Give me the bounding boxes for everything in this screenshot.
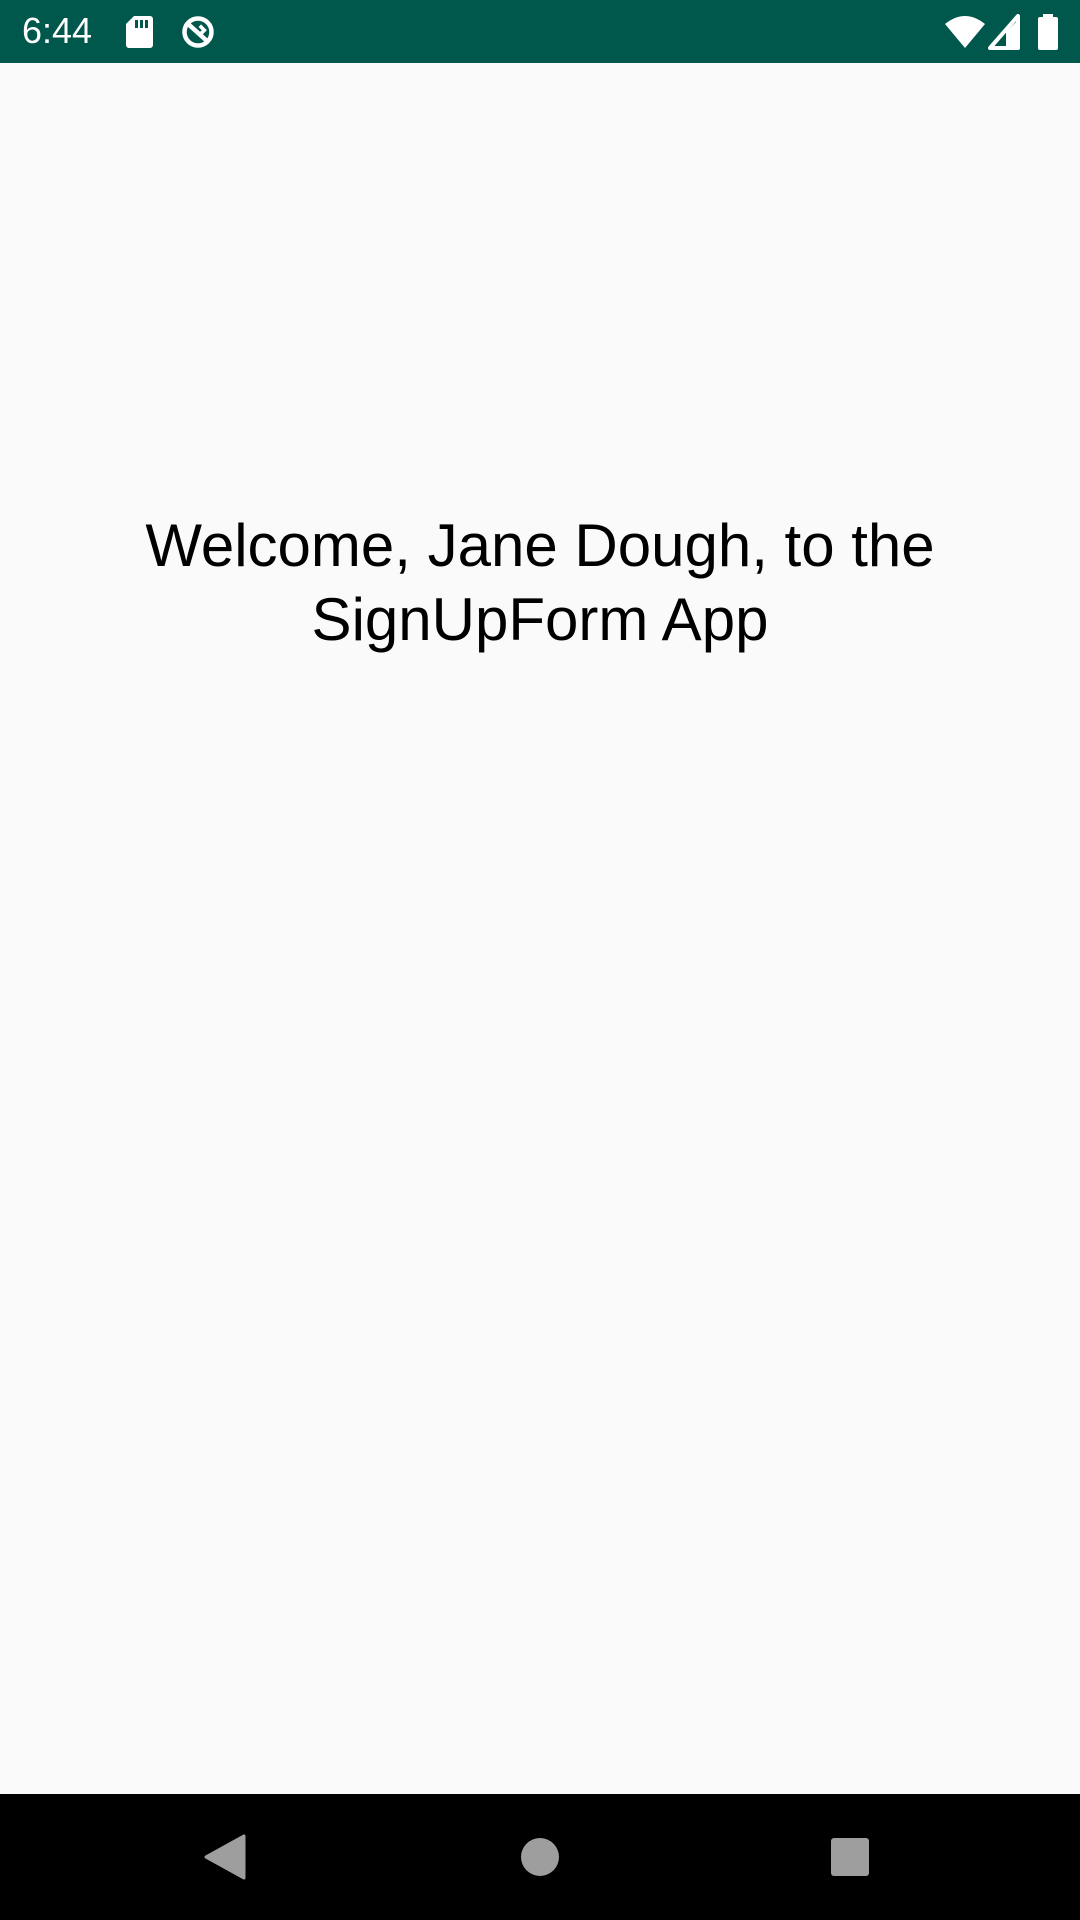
back-icon[interactable] xyxy=(200,1832,250,1882)
cell-signal-icon xyxy=(988,14,1020,50)
main-content: Welcome, Jane Dough, to the SignUpForm A… xyxy=(0,63,1080,1794)
sd-card-icon xyxy=(126,16,153,48)
status-time: 6:44 xyxy=(22,10,93,51)
battery-icon xyxy=(1038,14,1058,50)
status-bar: 6:44 xyxy=(0,0,1080,63)
app-screen: 6:44 Welcome, Jane Dough, to the SignUpF… xyxy=(0,0,1080,1920)
welcome-message: Welcome, Jane Dough, to the SignUpForm A… xyxy=(145,512,935,653)
home-icon[interactable] xyxy=(515,1832,565,1882)
sync-icon xyxy=(182,16,214,48)
recents-icon[interactable] xyxy=(825,1832,875,1882)
wifi-icon xyxy=(945,16,985,48)
navigation-bar xyxy=(0,1794,1080,1920)
